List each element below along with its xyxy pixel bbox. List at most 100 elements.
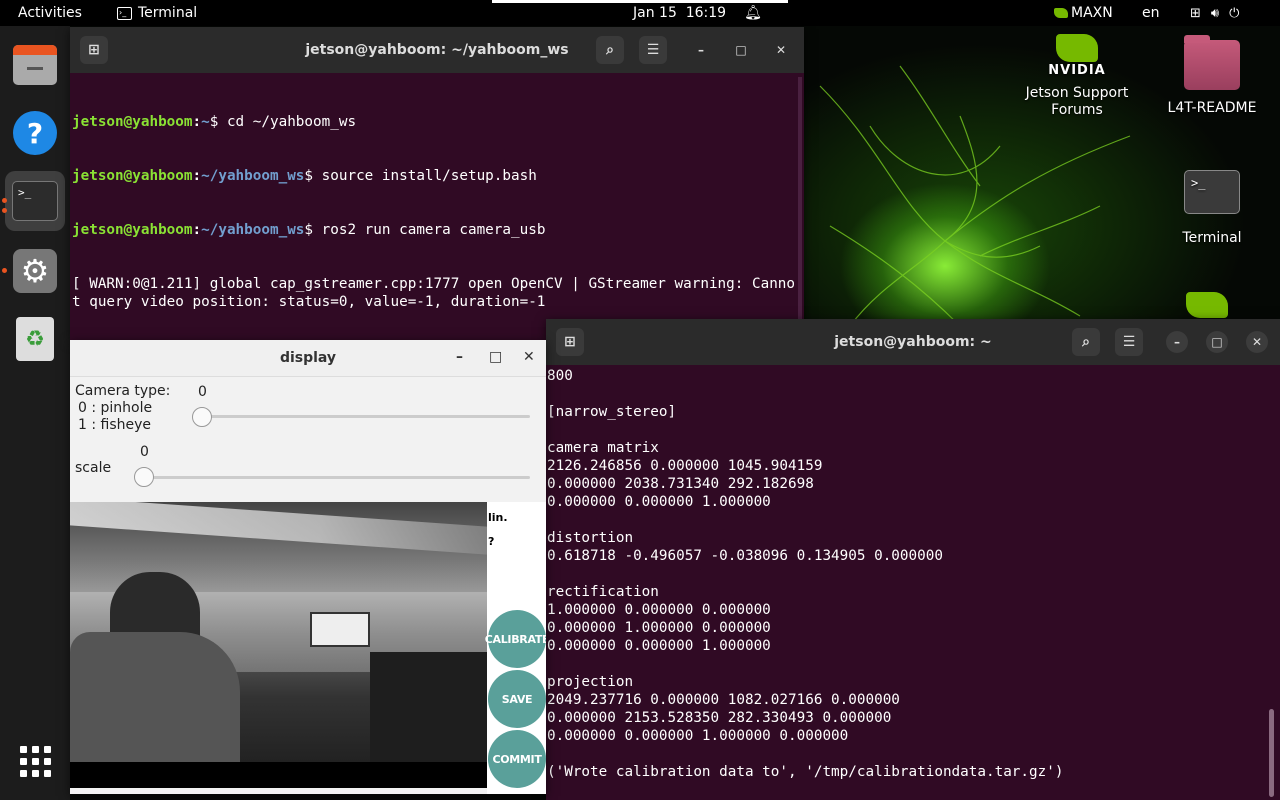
terminal-icon: >_ bbox=[12, 181, 58, 221]
terminal-window-2[interactable]: jetson@yahboom: ~ ⊞ ⌕ ☰ – □ ✕ 800 [narrow… bbox=[546, 319, 1280, 800]
display-window[interactable]: display – □ ✕ Camera type: 0 : pinhole 1… bbox=[70, 340, 546, 794]
dock-help[interactable]: ? bbox=[5, 103, 65, 163]
language-indicator[interactable]: en bbox=[1142, 0, 1160, 26]
scale-slider-knob[interactable] bbox=[134, 467, 154, 487]
clock[interactable]: Jan 15 16:19 🔔︎ bbox=[633, 0, 762, 26]
terminal-2-output[interactable]: 800 [narrow_stereo] camera matrix 2126.2468… bbox=[546, 367, 1280, 800]
close-button[interactable]: ✕ bbox=[1246, 331, 1268, 353]
terminal-2-titlebar[interactable]: jetson@yahboom: ~ ⊞ ⌕ ☰ – □ ✕ bbox=[546, 319, 1280, 365]
commit-button[interactable]: COMMIT bbox=[488, 730, 546, 788]
search-button[interactable]: ⌕ bbox=[1072, 328, 1100, 356]
nvidia-brand-text: NVIDIA bbox=[1048, 63, 1106, 78]
terminal-line: jetson@yahboom:~/yahboom_ws$ ros2 run ca… bbox=[72, 222, 546, 238]
ceiling-light bbox=[70, 502, 487, 555]
terminal-line: ('Wrote calibration data to', '/tmp/cali… bbox=[547, 764, 1064, 780]
camera-status-bar bbox=[70, 762, 487, 788]
maximize-button[interactable]: □ bbox=[1206, 331, 1228, 353]
terminal-line: jetson@yahboom:~/yahboom_ws$ source inst… bbox=[72, 168, 537, 184]
hamburger-icon: ☰ bbox=[646, 42, 660, 58]
folder-icon bbox=[1184, 35, 1240, 90]
power-icon: ⏻ bbox=[1229, 5, 1240, 21]
terminal-app-icon: ›_ bbox=[117, 6, 132, 20]
scrollbar-thumb[interactable] bbox=[1269, 709, 1274, 797]
terminal-line: 2126.246856 0.000000 1045.904159 bbox=[547, 458, 823, 474]
new-tab-icon: ⊞ bbox=[88, 42, 100, 58]
terminal-1-output[interactable]: jetson@yahboom:~$ cd ~/yahboom_ws jetson… bbox=[70, 73, 804, 340]
top-bar: Activities ›_ Terminal Jan 15 16:19 🔔︎ M… bbox=[0, 0, 1280, 26]
terminal-running-dot-2 bbox=[2, 208, 7, 213]
scale-slider[interactable] bbox=[144, 476, 530, 479]
bell-icon: 🔔︎ bbox=[744, 5, 762, 21]
camera-type-slider[interactable] bbox=[202, 415, 530, 418]
network-icon: ⊞ bbox=[1190, 5, 1201, 21]
camera-type-slider-knob[interactable] bbox=[192, 407, 212, 427]
terminal-1-titlebar[interactable]: jetson@yahboom: ~/yahboom_ws ⊞ ⌕ ☰ – □ ✕ bbox=[70, 27, 804, 73]
volume-icon: 🔊︎ bbox=[1210, 5, 1220, 21]
save-button[interactable]: SAVE bbox=[488, 670, 546, 728]
grid-icon bbox=[19, 745, 51, 777]
close-icon: ✕ bbox=[1251, 335, 1263, 349]
minimize-button[interactable]: – bbox=[690, 39, 712, 61]
terminal-line: 0.000000 2153.528350 282.330493 0.000000 bbox=[547, 710, 892, 726]
scrollbar[interactable] bbox=[798, 77, 802, 332]
camera-type-option-fisheye: 1 : fisheye bbox=[78, 417, 152, 433]
camera-feed bbox=[70, 502, 487, 762]
new-tab-button[interactable]: ⊞ bbox=[556, 328, 584, 356]
terminal-window-1[interactable]: jetson@yahboom: ~/yahboom_ws ⊞ ⌕ ☰ – □ ✕… bbox=[70, 27, 804, 340]
camera-type-value: 0 bbox=[198, 384, 207, 400]
terminal-line: 0.000000 0.000000 1.000000 bbox=[547, 494, 771, 510]
power-mode-indicator[interactable]: MAXN bbox=[1054, 0, 1113, 26]
desktop-icon-terminal[interactable]: >_ Terminal bbox=[1157, 170, 1267, 247]
desktop-icon-jetson-forums[interactable]: NVIDIA Jetson Support Forums bbox=[1022, 34, 1132, 119]
maximize-button[interactable]: □ bbox=[489, 349, 502, 365]
activities-button[interactable]: Activities bbox=[18, 0, 82, 26]
nvidia-icon bbox=[1054, 8, 1068, 18]
search-button[interactable]: ⌕ bbox=[596, 36, 624, 64]
app-menu[interactable]: ›_ Terminal bbox=[117, 0, 197, 26]
dock-trash[interactable]: ♻ bbox=[5, 309, 65, 369]
window-title: jetson@yahboom: ~ bbox=[834, 334, 992, 350]
terminal-line: 0.000000 2038.731340 292.182698 bbox=[547, 476, 814, 492]
terminal-icon: >_ bbox=[1184, 170, 1240, 214]
files-icon bbox=[13, 45, 57, 85]
terminal-line: distortion bbox=[547, 530, 634, 546]
maximize-icon: □ bbox=[735, 43, 747, 57]
window-title: jetson@yahboom: ~/yahboom_ws bbox=[305, 42, 569, 58]
terminal-line: jetson@yahboom:~$ cd ~/yahboom_ws bbox=[72, 114, 357, 130]
system-menu[interactable]: ⊞ 🔊︎ ⏻ bbox=[1190, 0, 1239, 26]
maximize-icon: □ bbox=[489, 349, 503, 365]
calibrate-button[interactable]: CALIBRATE bbox=[485, 610, 546, 668]
minimize-button[interactable]: – bbox=[456, 349, 463, 365]
close-icon: ✕ bbox=[775, 43, 787, 57]
menu-button[interactable]: ☰ bbox=[1115, 328, 1143, 356]
minimize-button[interactable]: – bbox=[1166, 331, 1188, 353]
terminal-line: 0.000000 0.000000 1.000000 bbox=[547, 638, 771, 654]
new-tab-button[interactable]: ⊞ bbox=[80, 36, 108, 64]
minimize-icon: – bbox=[456, 349, 463, 365]
window-title: display bbox=[279, 350, 337, 366]
close-button[interactable]: ✕ bbox=[523, 349, 535, 365]
terminal-line: 0.000000 0.000000 1.000000 0.000000 bbox=[547, 728, 849, 744]
menu-button[interactable]: ☰ bbox=[639, 36, 667, 64]
dock-settings[interactable]: ⚙ bbox=[5, 241, 65, 301]
show-apps-button[interactable] bbox=[5, 731, 65, 791]
dock-files[interactable] bbox=[5, 35, 65, 95]
power-mode-label: MAXN bbox=[1071, 5, 1113, 21]
terminal-line: [narrow_stereo] bbox=[547, 404, 677, 420]
close-button[interactable]: ✕ bbox=[770, 39, 792, 61]
maximize-icon: □ bbox=[1211, 335, 1223, 349]
desktop-icon-l4t-readme[interactable]: L4T-README bbox=[1157, 35, 1267, 117]
minimize-icon: – bbox=[698, 43, 704, 57]
terminal-line: 2049.237716 0.000000 1082.027166 0.00000… bbox=[547, 692, 900, 708]
hamburger-icon: ☰ bbox=[1122, 334, 1136, 350]
dock-terminal[interactable]: >_ bbox=[5, 171, 65, 231]
terminal-line: camera matrix bbox=[547, 440, 659, 456]
maximize-button[interactable]: □ bbox=[730, 39, 752, 61]
display-titlebar[interactable]: display – □ ✕ bbox=[70, 340, 546, 377]
minimize-icon: – bbox=[1174, 335, 1180, 349]
search-icon: ⌕ bbox=[1082, 334, 1090, 350]
monitor bbox=[310, 612, 370, 647]
